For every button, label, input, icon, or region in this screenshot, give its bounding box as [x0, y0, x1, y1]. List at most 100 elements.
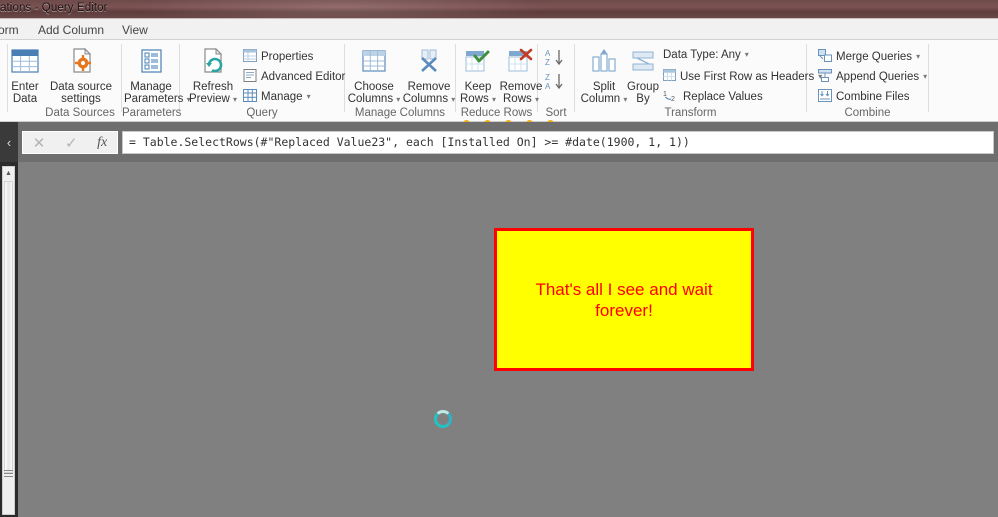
- keep-rows-icon: [462, 48, 494, 78]
- merge-queries-icon: [818, 49, 832, 65]
- use-first-row-as-headers-label: Use First Row as Headers: [680, 70, 815, 83]
- remove-rows-button[interactable]: Remove Rows ▾: [498, 48, 544, 106]
- title-bar-glow: [130, 0, 550, 18]
- manage-query-button[interactable]: Manage ▾: [243, 89, 311, 105]
- ribbon: Enter Data Data source settings Manage P…: [0, 40, 998, 122]
- manage-parameters-label-line2-text: Parameters: [124, 93, 184, 105]
- ribbon-separator: [928, 44, 929, 112]
- use-first-row-as-headers-button[interactable]: Use First Row as Headers ▾: [663, 69, 822, 84]
- data-source-settings-label-line1: Data source: [49, 80, 112, 93]
- combine-files-button[interactable]: Combine Files: [818, 89, 910, 105]
- formula-input[interactable]: = Table.SelectRows(#"Replaced Value23", …: [122, 131, 994, 154]
- refresh-preview-label-line2-text: Preview: [188, 93, 230, 105]
- refresh-preview-button[interactable]: Refresh Preview ▾: [185, 47, 241, 106]
- keep-rows-label-line2: Rows ▾: [457, 93, 499, 106]
- data-type-label: Data Type: Any: [663, 49, 741, 61]
- tab-view[interactable]: View: [118, 22, 152, 38]
- combine-files-icon: [818, 89, 832, 105]
- choose-columns-icon: [359, 48, 389, 78]
- vertical-scrollbar[interactable]: ▲: [2, 166, 15, 515]
- remove-columns-label-line2-text: Columns: [402, 93, 449, 105]
- chevron-down-icon: ▾: [306, 92, 311, 101]
- split-column-icon: [588, 48, 620, 78]
- keep-rows-label-line2-text: Rows: [460, 93, 489, 105]
- chevron-down-icon: ▾: [534, 95, 539, 104]
- title-bar: ations - Query Editor: [0, 0, 998, 19]
- chevron-down-icon: ▾: [396, 95, 401, 104]
- scroll-up-arrow-icon[interactable]: ▲: [3, 167, 14, 180]
- choose-columns-label-line1: Choose: [354, 80, 394, 93]
- formula-bar: ‹ ✕ ✓ fx = Table.SelectRows(#"Replaced V…: [0, 122, 998, 162]
- group-by-button[interactable]: Group By: [623, 48, 663, 106]
- group-label-transform: Transform: [664, 107, 717, 119]
- svg-text:Z: Z: [545, 58, 550, 67]
- keep-rows-button[interactable]: Keep Rows ▾: [457, 48, 499, 106]
- manage-parameters-button[interactable]: Manage Parameters ▾: [124, 48, 191, 106]
- group-label-combine: Combine: [844, 107, 891, 119]
- choose-columns-button[interactable]: Choose Columns ▾: [347, 48, 401, 106]
- properties-button[interactable]: Properties: [243, 49, 313, 65]
- svg-text:2: 2: [671, 96, 675, 102]
- remove-rows-label-line2: Rows ▾: [498, 93, 544, 106]
- properties-icon: [243, 49, 257, 65]
- fx-icon[interactable]: fx: [97, 135, 107, 151]
- remove-columns-button[interactable]: Remove Columns ▾: [402, 48, 456, 106]
- chevron-down-icon: ▾: [233, 95, 238, 104]
- chevron-down-icon: ▾: [744, 50, 749, 59]
- sort-descending-icon: Z A: [545, 72, 565, 95]
- data-source-settings-button[interactable]: Data source settings: [36, 47, 126, 106]
- refresh-preview-label-line2: Preview ▾: [185, 93, 241, 106]
- tab-add-column[interactable]: Add Column: [34, 22, 108, 38]
- ribbon-tab-strip: orm Add Column View: [0, 19, 998, 40]
- loading-spinner-icon: [434, 410, 452, 428]
- group-by-label-line2: By: [636, 93, 650, 105]
- cancel-icon[interactable]: ✕: [33, 134, 46, 152]
- sort-descending-button[interactable]: Z A: [545, 72, 565, 95]
- combine-files-label: Combine Files: [836, 91, 910, 103]
- formula-bar-actions: ✕ ✓ fx: [22, 131, 118, 154]
- tab-transform[interactable]: orm: [0, 22, 23, 38]
- remove-rows-label-line2-text: Rows: [503, 93, 532, 105]
- refresh-document-icon: [197, 47, 229, 78]
- append-queries-label: Append Queries: [836, 71, 920, 83]
- advanced-editor-icon: [243, 69, 257, 85]
- queries-pane-expand-button[interactable]: ‹: [0, 122, 18, 162]
- advanced-editor-label: Advanced Editor: [261, 71, 346, 83]
- manage-query-label: Manage: [261, 91, 303, 103]
- svg-text:A: A: [545, 82, 551, 91]
- replace-values-label: Replace Values: [683, 91, 763, 103]
- split-column-label-line2-text: Column: [580, 93, 621, 105]
- data-type-dropdown[interactable]: Data Type: Any ▾: [663, 49, 749, 61]
- data-source-settings-label-line2: settings: [61, 93, 101, 105]
- group-label-parameters: Parameters: [122, 107, 182, 119]
- chevron-down-icon: ▾: [451, 95, 456, 104]
- window-title: ations - Query Editor: [0, 2, 108, 14]
- remove-columns-icon: [414, 48, 444, 78]
- properties-label: Properties: [261, 51, 314, 63]
- check-icon[interactable]: ✓: [65, 134, 78, 152]
- manage-grid-icon: [243, 89, 257, 105]
- advanced-editor-button[interactable]: Advanced Editor: [243, 69, 345, 85]
- document-gear-icon: [65, 47, 97, 78]
- annotation-note-text: That's all I see and wait forever!: [535, 279, 713, 320]
- preview-canvas: That's all I see and wait forever!: [18, 162, 998, 517]
- annotation-note: That's all I see and wait forever!: [494, 228, 754, 371]
- merge-queries-button[interactable]: Merge Queries ▾: [818, 49, 920, 65]
- group-label-query: Query: [246, 107, 278, 119]
- append-queries-button[interactable]: Append Queries ▾: [818, 69, 927, 85]
- keep-rows-label-line1: Keep: [464, 80, 492, 93]
- sort-ascending-icon: A Z: [545, 48, 565, 71]
- group-label-sort: Sort: [545, 107, 567, 119]
- chevron-down-icon: ▾: [491, 95, 496, 104]
- replace-values-button[interactable]: 1 2 Replace Values: [663, 89, 763, 105]
- remove-columns-label-line2: Columns ▾: [402, 93, 456, 106]
- replace-values-icon: 1 2: [663, 89, 679, 105]
- group-label-manage-columns: Manage Columns: [354, 107, 446, 119]
- scrollbar-thumb[interactable]: [4, 181, 13, 473]
- svg-text:A: A: [545, 49, 551, 58]
- chevron-down-icon: ▾: [916, 52, 921, 61]
- sort-ascending-button[interactable]: A Z: [545, 48, 565, 71]
- svg-text:1: 1: [663, 91, 667, 98]
- group-by-label-line1: Group: [627, 80, 659, 93]
- group-by-icon: [627, 48, 659, 78]
